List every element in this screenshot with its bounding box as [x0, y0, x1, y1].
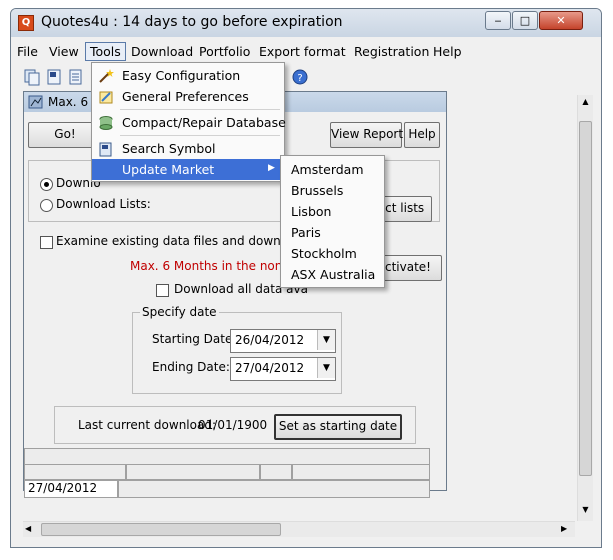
status-pane [118, 480, 430, 498]
starting-date-field[interactable]: 26/04/2012 ▼ [230, 329, 336, 353]
svg-text:?: ? [297, 73, 302, 84]
search-symbol-icon [99, 142, 112, 157]
scroll-left-icon[interactable]: ◀ [25, 524, 35, 535]
horizontal-scrollbar[interactable]: ◀ ▶ [23, 521, 575, 537]
menu-export-format[interactable]: Export format [259, 44, 346, 59]
ending-date-field[interactable]: 27/04/2012 ▼ [230, 357, 336, 381]
minimize-button[interactable]: ‒ [485, 11, 511, 30]
close-button[interactable]: ✕ [539, 11, 583, 30]
market-stockholm[interactable]: Stockholm [291, 246, 357, 261]
help-icon[interactable]: ? [291, 68, 309, 86]
specify-date-legend: Specify date [140, 305, 219, 319]
download-radio[interactable] [40, 178, 53, 191]
maximize-button[interactable]: □ [512, 11, 538, 30]
chevron-down-icon[interactable]: ▼ [317, 358, 335, 378]
menu-tools[interactable]: Tools [85, 42, 126, 61]
download-all-checkbox[interactable] [156, 284, 169, 297]
app-icon: Q [18, 15, 34, 31]
menu-item-general-preferences[interactable]: General Preferences [92, 86, 284, 107]
market-lisbon[interactable]: Lisbon [291, 204, 331, 219]
menu-separator [120, 135, 280, 136]
download-window-icon [28, 95, 43, 109]
database-icon [99, 116, 113, 130]
menu-registration[interactable]: Registration [354, 44, 429, 59]
help-button[interactable]: Help [404, 122, 440, 148]
specify-date-group [132, 312, 342, 394]
pages-icon[interactable] [67, 68, 85, 86]
update-market-submenu: Amsterdam Brussels Lisbon Paris Stockhol… [280, 155, 385, 288]
menu-separator [120, 109, 280, 110]
menu-item-update-market[interactable]: Update Market ▶ [92, 159, 284, 180]
menu-help[interactable]: Help [433, 44, 462, 59]
menu-download[interactable]: Download [131, 44, 193, 59]
starting-date-value: 26/04/2012 [235, 333, 305, 347]
market-paris[interactable]: Paris [291, 225, 321, 240]
ending-date-label: Ending Date: [152, 360, 230, 374]
market-asx-australia[interactable]: ASX Australia [291, 267, 375, 282]
wand-icon [99, 69, 114, 83]
title-bar: Q Quotes4u : 14 days to go before expira… [11, 9, 601, 37]
vertical-scroll-thumb[interactable] [579, 121, 592, 476]
menu-view[interactable]: View [49, 44, 79, 59]
menu-item-search-symbol[interactable]: Search Symbol [92, 138, 284, 159]
download-lists-label: Download Lists: [56, 197, 151, 211]
scroll-right-icon[interactable]: ▶ [561, 524, 571, 535]
menu-file[interactable]: File [17, 44, 38, 59]
menu-bar: File View Tools Download Portfolio Expor… [11, 41, 601, 61]
download-lists-radio[interactable] [40, 199, 53, 212]
starting-date-label: Starting Date: [152, 332, 237, 346]
scroll-up-icon[interactable]: ▲ [580, 97, 591, 107]
scroll-down-icon[interactable]: ▼ [580, 505, 591, 515]
status-date-pane: 27/04/2012 [24, 480, 118, 498]
status-date: 27/04/2012 [28, 481, 98, 495]
examine-checkbox[interactable] [40, 236, 53, 249]
market-brussels[interactable]: Brussels [291, 183, 343, 198]
preferences-icon [99, 91, 113, 104]
status-pane [292, 464, 430, 480]
document-icon[interactable] [45, 68, 63, 86]
chevron-down-icon[interactable]: ▼ [317, 330, 335, 350]
menu-item-compact-repair[interactable]: Compact/Repair Database [92, 112, 286, 133]
last-download-label: Last current download: [78, 418, 216, 432]
status-pane [126, 464, 260, 480]
window-title: Quotes4u : 14 days to go before expirati… [41, 14, 343, 30]
market-amsterdam[interactable]: Amsterdam [291, 162, 364, 177]
copy-icon[interactable] [23, 68, 41, 86]
view-report-button[interactable]: View Report [330, 122, 403, 148]
horizontal-scroll-thumb[interactable] [41, 523, 281, 536]
tools-menu: Easy Configuration General Preferences C… [91, 62, 286, 182]
menu-item-easy-configuration[interactable]: Easy Configuration [92, 65, 284, 86]
set-starting-date-button[interactable]: Set as starting date [274, 414, 402, 440]
vertical-scrollbar[interactable]: ▲ ▼ [577, 95, 593, 521]
ending-date-value: 27/04/2012 [235, 361, 305, 375]
status-pane [24, 464, 126, 480]
submenu-arrow-icon: ▶ [268, 163, 275, 173]
status-pane [260, 464, 292, 480]
last-download-value: 01/01/1900 [198, 418, 268, 432]
menu-portfolio[interactable]: Portfolio [199, 44, 250, 59]
